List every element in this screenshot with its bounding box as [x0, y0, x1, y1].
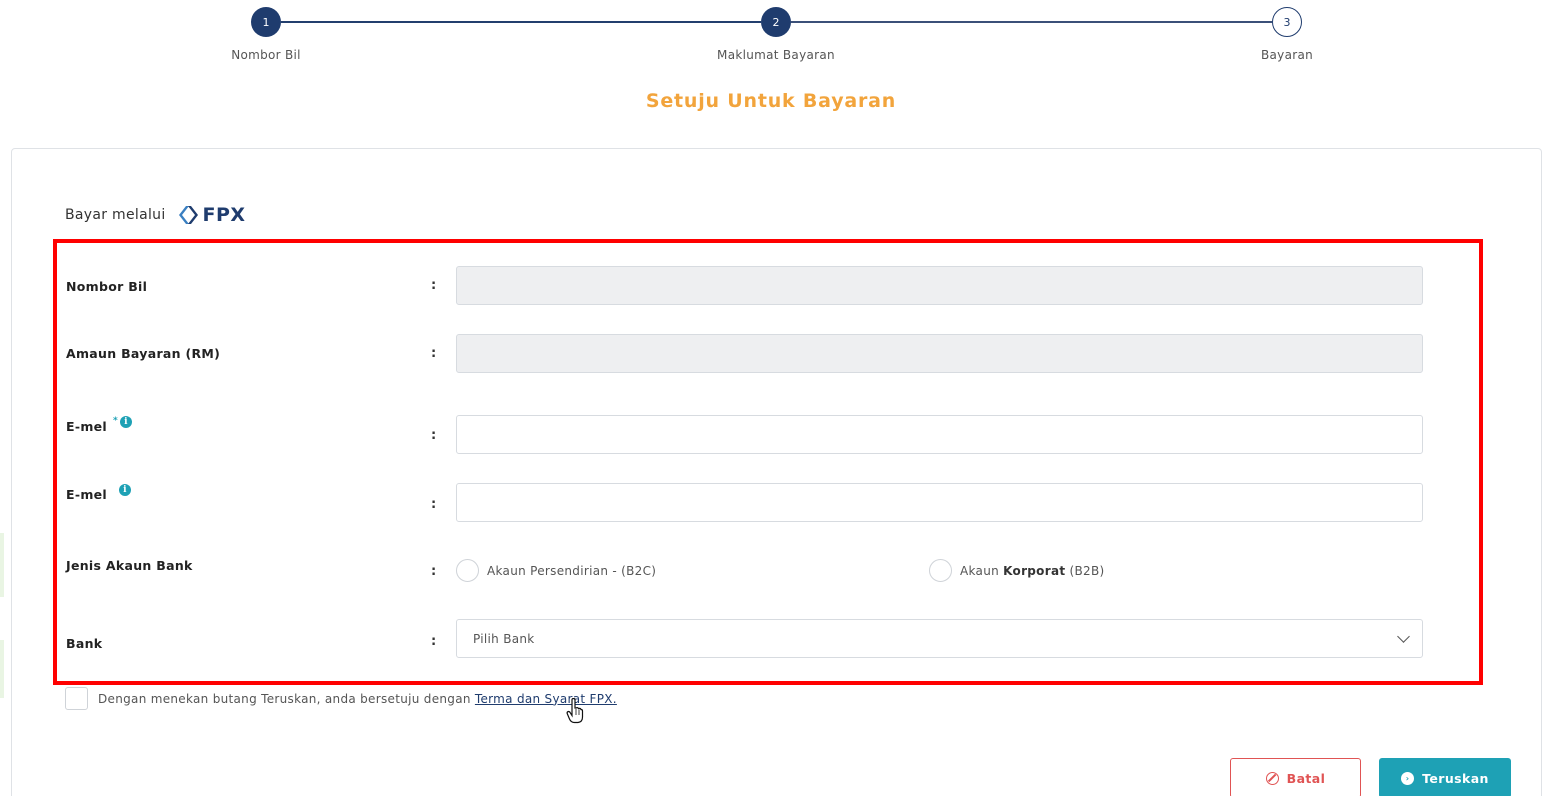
- account-type-label: Jenis Akaun Bank: [66, 558, 193, 573]
- radio-b2b-label[interactable]: Akaun Korporat (B2B): [960, 564, 1104, 578]
- agreement-text: Dengan menekan butang Teruskan, anda ber…: [98, 691, 617, 706]
- radio-b2c[interactable]: Akaun Persendirian - (B2C): [456, 559, 656, 582]
- email-confirm-label: E-mel i: [66, 484, 132, 502]
- radio-b2b[interactable]: Akaun Korporat (B2B): [929, 559, 1104, 582]
- bill-number-field[interactable]: [456, 266, 1423, 305]
- fpx-chevron-icon: [178, 206, 198, 224]
- step-1-indicator: 1: [251, 7, 281, 37]
- amount-field[interactable]: [456, 334, 1423, 373]
- info-icon[interactable]: i: [119, 484, 132, 496]
- bank-select[interactable]: Pilih Bank: [456, 619, 1423, 658]
- page-title: Setuju Untuk Bayaran: [645, 90, 897, 112]
- cancel-icon: [1265, 771, 1279, 785]
- info-icon[interactable]: i: [120, 416, 133, 428]
- continue-button[interactable]: › Teruskan: [1379, 758, 1511, 796]
- step-1-label: Nombor Bil: [231, 48, 301, 62]
- colon: :: [431, 346, 437, 361]
- pay-via-label: Bayar melalui: [65, 207, 166, 223]
- side-marker: [0, 533, 4, 597]
- colon: :: [431, 278, 437, 293]
- arrow-right-icon: ›: [1401, 771, 1415, 785]
- fpx-logo-text: FPX: [202, 204, 246, 226]
- radio-circle[interactable]: [929, 559, 952, 582]
- radio-circle[interactable]: [456, 559, 479, 582]
- step-3-label: Bayaran: [1260, 48, 1314, 62]
- email-confirm-field[interactable]: [456, 483, 1423, 522]
- colon: :: [431, 428, 437, 443]
- bill-number-label: Nombor Bil: [66, 279, 148, 294]
- step-2-indicator: 2: [761, 7, 791, 37]
- required-mark: *: [113, 416, 119, 426]
- radio-b2c-label[interactable]: Akaun Persendirian - (B2C): [487, 564, 656, 578]
- email-field[interactable]: [456, 415, 1423, 454]
- hand-cursor-icon: [566, 698, 584, 724]
- amount-label: Amaun Bayaran (RM): [66, 346, 221, 361]
- colon: :: [431, 634, 437, 649]
- stepper-connector: [791, 21, 1272, 23]
- terms-link[interactable]: Terma dan Syarat FPX.: [475, 692, 617, 706]
- chevron-down-icon: [1397, 629, 1410, 643]
- bank-select-value: Pilih Bank: [473, 631, 535, 646]
- colon: :: [431, 564, 437, 579]
- stepper-connector: [281, 21, 761, 23]
- progress-stepper: 1 Nombor Bil 2 Maklumat Bayaran 3 Bayara…: [0, 0, 1542, 80]
- colon: :: [431, 497, 437, 512]
- side-marker: [0, 640, 4, 698]
- agreement-checkbox[interactable]: [65, 687, 88, 710]
- bank-label: Bank: [66, 636, 103, 651]
- pay-via: Bayar melalui FPX: [65, 204, 246, 226]
- continue-button-label: Teruskan: [1422, 770, 1489, 786]
- cancel-button-label: Batal: [1286, 770, 1326, 786]
- step-2-label: Maklumat Bayaran: [717, 48, 835, 62]
- step-3-indicator: 3: [1272, 7, 1302, 37]
- cancel-button[interactable]: Batal: [1230, 758, 1361, 796]
- agreement-row: Dengan menekan butang Teruskan, anda ber…: [65, 687, 617, 710]
- fpx-logo: FPX: [178, 204, 246, 226]
- email-label: E-mel * i: [66, 416, 133, 434]
